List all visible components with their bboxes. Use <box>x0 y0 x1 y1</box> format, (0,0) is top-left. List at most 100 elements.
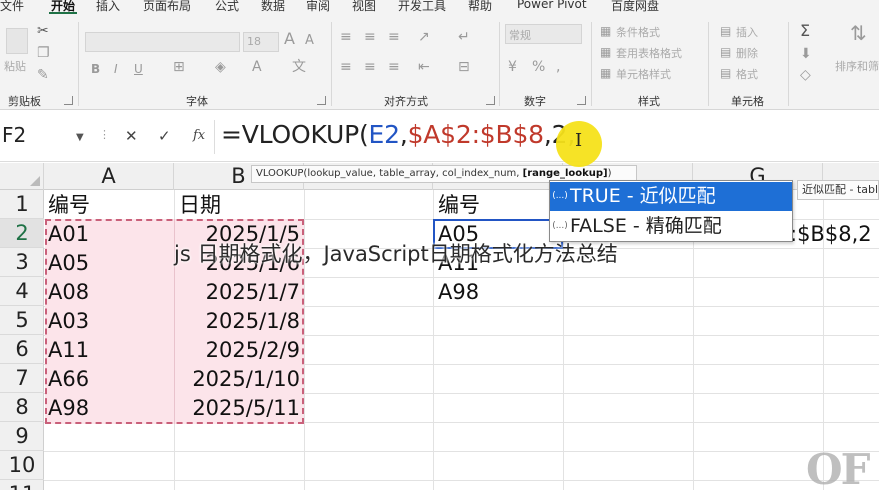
align-bottom-icon[interactable]: ≡ <box>388 30 400 44</box>
row-header-7[interactable]: 7 <box>0 364 44 393</box>
autosum-icon[interactable]: Σ <box>800 23 810 39</box>
font-color-icon[interactable]: A <box>252 60 262 74</box>
paste-icon[interactable] <box>6 28 28 54</box>
sort-filter-icon[interactable]: ⇅ <box>850 23 867 43</box>
menu-file[interactable]: 文件 <box>0 0 24 14</box>
insert-cells-button[interactable]: 插入 <box>736 24 758 40</box>
row-header-8[interactable]: 8 <box>0 393 44 422</box>
formula-comma: , <box>399 120 408 149</box>
row-header-9[interactable]: 9 <box>0 422 44 451</box>
cell-styles-icon[interactable]: ▦ <box>600 66 611 80</box>
orientation-icon[interactable]: ↗ <box>418 30 430 44</box>
formula-input[interactable]: =VLOOKUP(E2,$A$2:$B$8,2, <box>221 120 575 149</box>
phonetic-icon[interactable]: 文 <box>292 60 306 74</box>
cell-g2-formula-overflow[interactable]: :$B$8,2 <box>790 220 872 249</box>
copy-icon[interactable]: ❐ <box>37 46 50 60</box>
formula-prefix: =VLOOKUP( <box>221 120 369 149</box>
autocomplete-item-label: FALSE - 精确匹配 <box>570 215 722 237</box>
menu-insert[interactable]: 插入 <box>96 0 120 14</box>
indent-icon[interactable]: ⇤ <box>418 60 430 74</box>
menu-view[interactable]: 视图 <box>352 0 376 14</box>
menu-page-layout[interactable]: 页面布局 <box>143 0 191 14</box>
name-box-dropdown-icon[interactable]: ▼ <box>76 132 84 143</box>
table-format-icon[interactable]: ▦ <box>600 45 611 59</box>
column-header-a[interactable]: A <box>44 163 174 190</box>
underline-icon[interactable]: U <box>134 62 143 76</box>
row-header-1[interactable]: 1 <box>0 190 44 219</box>
delete-cells-icon[interactable]: ▤ <box>720 45 731 59</box>
font-name-select[interactable] <box>85 32 240 52</box>
autocomplete-item-true[interactable]: (...) TRUE - 近似匹配 <box>550 182 792 211</box>
cell-d4[interactable]: A98 <box>438 278 479 307</box>
fill-icon[interactable]: ⬇ <box>800 47 812 61</box>
clear-icon[interactable]: ◇ <box>800 68 811 82</box>
clipboard-launcher-icon[interactable] <box>64 96 73 105</box>
row-header-3[interactable]: 3 <box>0 248 44 277</box>
autocomplete-item-false[interactable]: (...) FALSE - 精确匹配 <box>550 212 792 241</box>
align-right-icon[interactable]: ≡ <box>388 60 400 74</box>
signature-start: VLOOKUP(lookup_value, table_array, col_i… <box>256 168 523 179</box>
number-format-select[interactable]: 常规 <box>505 24 582 44</box>
borders-icon[interactable]: ⊞ <box>173 60 185 74</box>
row-header-10[interactable]: 10 <box>0 451 44 480</box>
format-painter-icon[interactable]: ✎ <box>37 68 49 82</box>
select-all-corner[interactable] <box>0 163 44 190</box>
currency-icon[interactable]: ¥ <box>508 60 517 74</box>
format-cells-icon[interactable]: ▤ <box>720 66 731 80</box>
delete-cells-button[interactable]: 删除 <box>736 45 758 61</box>
italic-icon[interactable]: I <box>114 62 118 76</box>
menu-help[interactable]: 帮助 <box>468 0 492 14</box>
comma-style-icon[interactable]: , <box>556 60 560 74</box>
wrap-text-icon[interactable]: ↵ <box>458 30 470 44</box>
row-header-11[interactable]: 11 <box>0 480 44 490</box>
insert-function-icon[interactable]: fx <box>193 128 205 143</box>
group-separator <box>788 22 789 106</box>
increase-font-icon[interactable]: A <box>284 31 295 47</box>
align-left-icon[interactable]: ≡ <box>340 60 352 74</box>
row-header-2[interactable]: 2 <box>0 219 44 248</box>
row-header-4[interactable]: 4 <box>0 277 44 306</box>
menu-bar: 文件 开始 插入 页面布局 公式 数据 审阅 视图 开发工具 帮助 Power … <box>0 0 879 14</box>
formula-ref-e2: E2 <box>368 120 401 149</box>
insert-cells-icon[interactable]: ▤ <box>720 24 731 38</box>
row-header-5[interactable]: 5 <box>0 306 44 335</box>
cancel-formula-icon[interactable]: ✕ <box>125 127 138 145</box>
align-center-icon[interactable]: ≡ <box>364 60 376 74</box>
align-middle-icon[interactable]: ≡ <box>364 30 376 44</box>
font-launcher-icon[interactable] <box>317 96 326 105</box>
sort-filter-button[interactable]: 排序和筛选 <box>835 58 879 74</box>
menu-review[interactable]: 审阅 <box>306 0 330 14</box>
cell-d1[interactable]: 编号 <box>438 191 480 220</box>
menu-power-pivot[interactable]: Power Pivot <box>517 0 587 11</box>
merge-center-icon[interactable]: ⊟ <box>458 60 470 74</box>
group-label-clipboard: 剪贴板 <box>8 95 41 108</box>
menu-developer[interactable]: 开发工具 <box>398 0 446 14</box>
group-separator <box>499 22 500 106</box>
table-format-button[interactable]: 套用表格格式 <box>616 45 682 61</box>
formula-bar: F2 ▼ ⋮ ✕ ✓ fx =VLOOKUP(E2,$A$2:$B$8,2, <box>0 110 879 162</box>
cell-a1[interactable]: 编号 <box>48 191 90 220</box>
menu-data[interactable]: 数据 <box>261 0 285 14</box>
percent-icon[interactable]: % <box>532 60 545 74</box>
align-top-icon[interactable]: ≡ <box>340 30 352 44</box>
number-launcher-icon[interactable] <box>577 96 586 105</box>
alignment-launcher-icon[interactable] <box>486 96 495 105</box>
conditional-format-button[interactable]: 条件格式 <box>616 24 660 40</box>
menu-formulas[interactable]: 公式 <box>215 0 239 14</box>
menu-baidu-netdisk[interactable]: 百度网盘 <box>611 0 659 14</box>
row-header-6[interactable]: 6 <box>0 335 44 364</box>
enter-formula-icon[interactable]: ✓ <box>158 127 171 145</box>
formula-bar-separator <box>214 120 215 154</box>
font-size-select[interactable]: 18 <box>243 32 279 52</box>
conditional-format-icon[interactable]: ▦ <box>600 24 611 38</box>
decrease-font-icon[interactable]: A <box>305 34 314 48</box>
format-cells-button[interactable]: 格式 <box>736 66 758 82</box>
group-separator <box>708 22 709 106</box>
cell-b1[interactable]: 日期 <box>179 191 221 220</box>
bold-icon[interactable]: B <box>91 62 100 76</box>
cut-icon[interactable]: ✂ <box>37 24 49 38</box>
fill-color-icon[interactable]: ◈ <box>215 60 226 74</box>
cell-styles-button[interactable]: 单元格样式 <box>616 66 671 82</box>
row-header-bar: 1 2 3 4 5 6 7 8 9 10 11 <box>0 190 44 490</box>
gridline <box>304 190 305 490</box>
